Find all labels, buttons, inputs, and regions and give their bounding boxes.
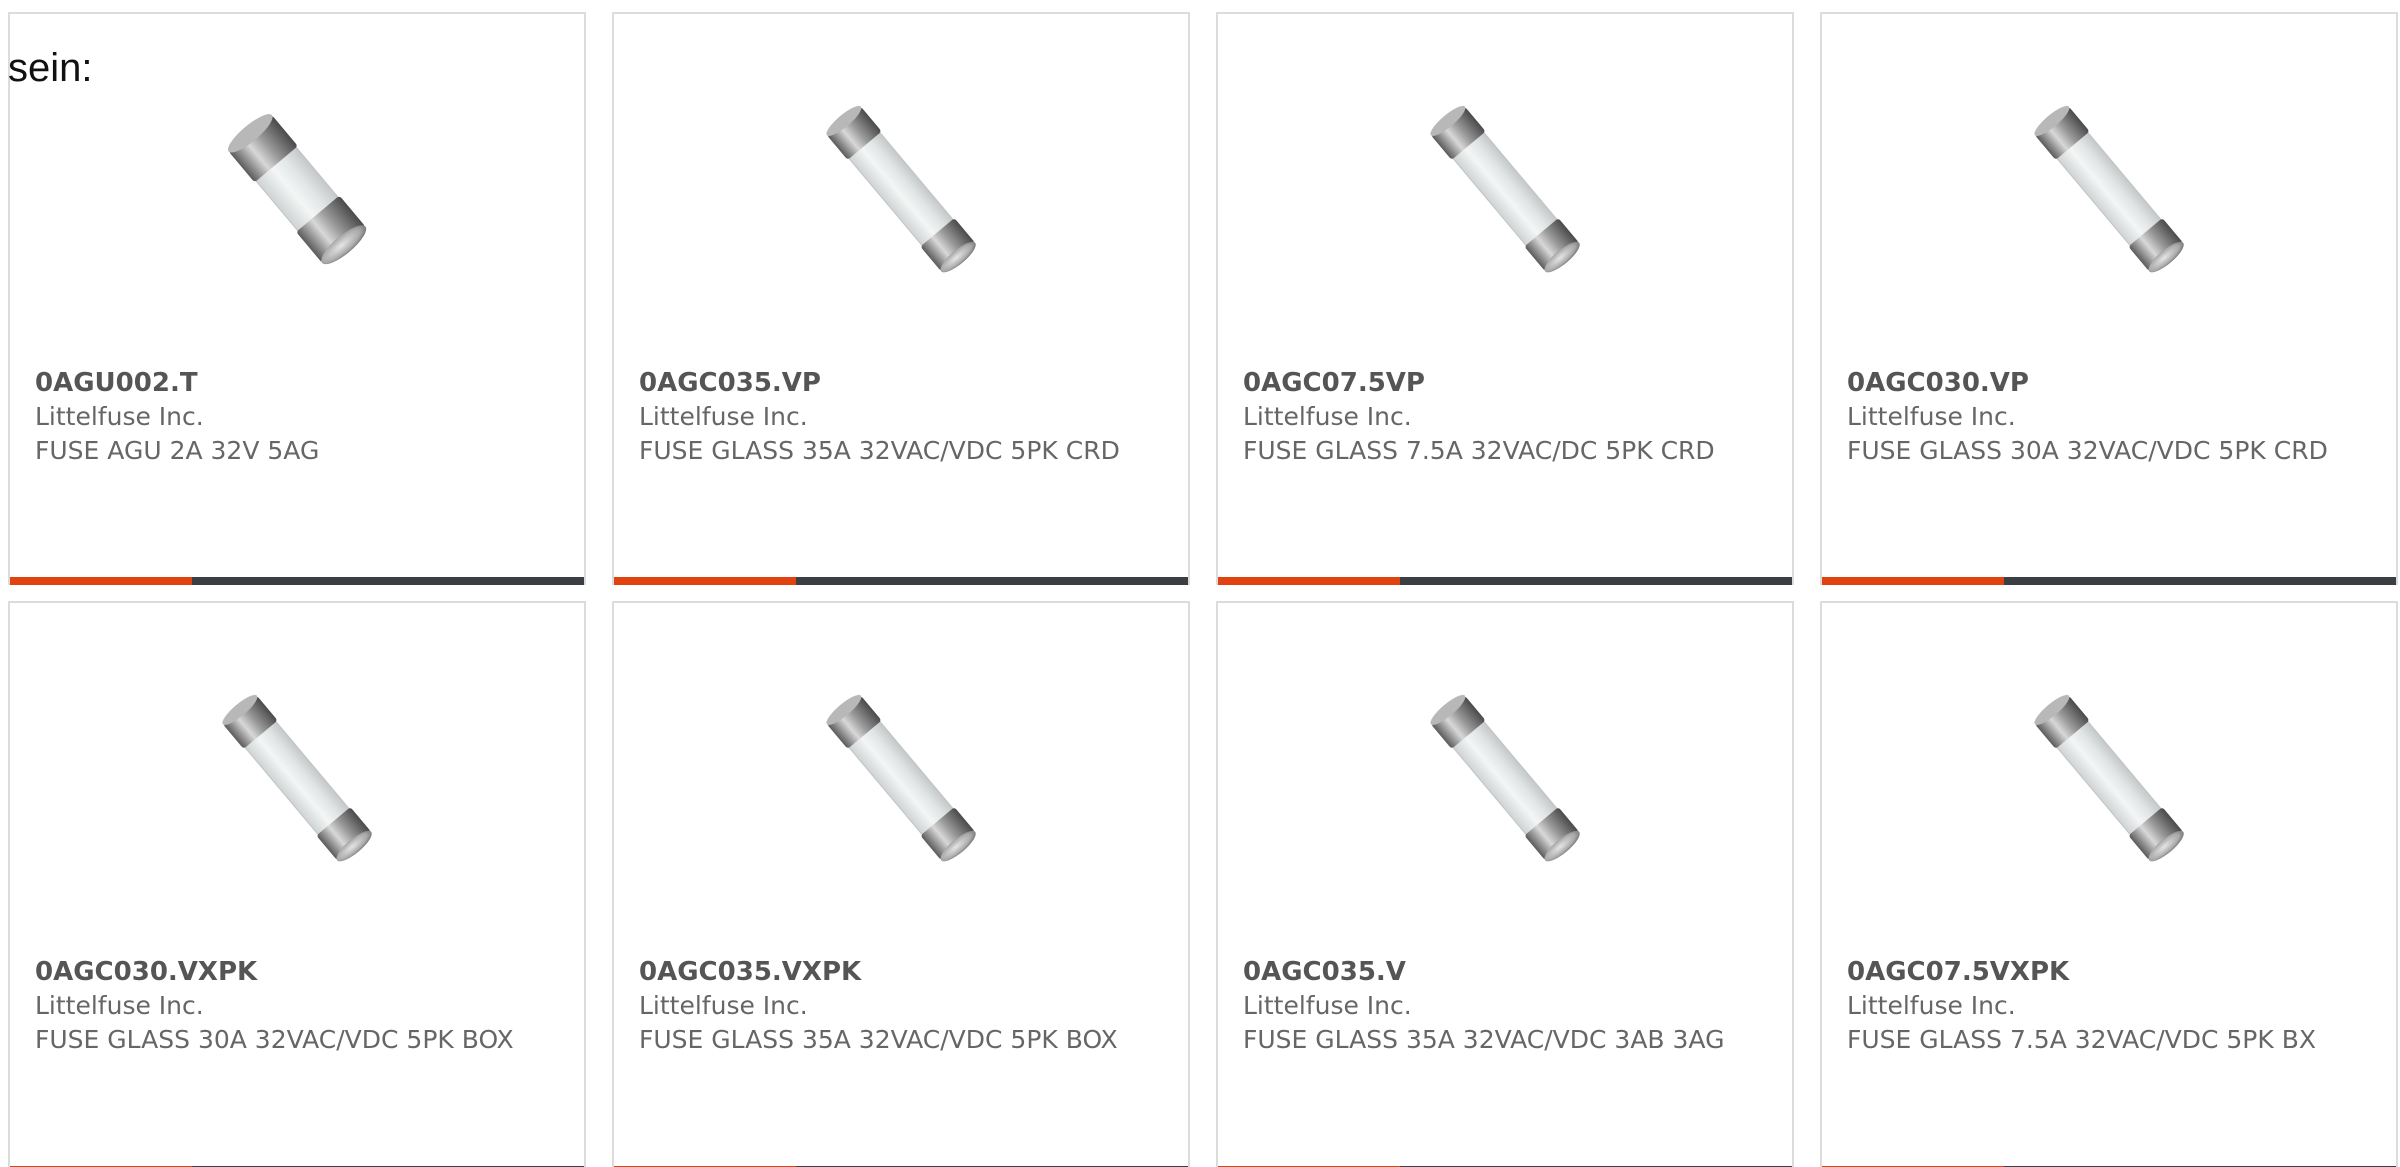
manufacturer: Littelfuse Inc. bbox=[1243, 402, 1412, 431]
card-bar bbox=[1400, 577, 1792, 585]
product-description: FUSE GLASS 35A 32VAC/VDC 5PK CRD bbox=[639, 436, 1120, 465]
card-accent-bar bbox=[10, 577, 192, 585]
product-description: FUSE GLASS 35A 32VAC/VDC 5PK BOX bbox=[639, 1025, 1118, 1054]
card-bar bbox=[796, 577, 1188, 585]
product-description: FUSE AGU 2A 32V 5AG bbox=[35, 436, 320, 465]
manufacturer: Littelfuse Inc. bbox=[639, 991, 808, 1020]
manufacturer: Littelfuse Inc. bbox=[1243, 991, 1412, 1020]
intro-text: sein: bbox=[8, 46, 93, 90]
product-card[interactable]: 0AGC030.VXPK Littelfuse Inc. FUSE GLASS … bbox=[8, 601, 586, 1167]
part-number[interactable]: 0AGC035.V bbox=[1243, 955, 1406, 989]
card-accent-bar bbox=[614, 577, 796, 585]
glass-fuse-icon[interactable] bbox=[800, 677, 1002, 879]
manufacturer: Littelfuse Inc. bbox=[35, 402, 204, 431]
part-number[interactable]: 0AGC030.VP bbox=[1847, 366, 2029, 400]
glass-fuse-icon[interactable] bbox=[2008, 677, 2210, 879]
product-card[interactable]: 0AGC030.VP Littelfuse Inc. FUSE GLASS 30… bbox=[1820, 12, 2398, 585]
product-card[interactable]: 0AGC07.5VP Littelfuse Inc. FUSE GLASS 7.… bbox=[1216, 12, 1794, 585]
part-number[interactable]: 0AGC07.5VP bbox=[1243, 366, 1425, 400]
part-number[interactable]: 0AGC035.VP bbox=[639, 366, 821, 400]
product-card[interactable]: 0AGC07.5VXPK Littelfuse Inc. FUSE GLASS … bbox=[1820, 601, 2398, 1167]
card-accent-bar bbox=[1822, 577, 2004, 585]
manufacturer: Littelfuse Inc. bbox=[639, 402, 808, 431]
short-fuse-icon[interactable] bbox=[196, 88, 398, 290]
product-description: FUSE GLASS 30A 32VAC/VDC 5PK BOX bbox=[35, 1025, 514, 1054]
part-number[interactable]: 0AGU002.T bbox=[35, 366, 198, 400]
manufacturer: Littelfuse Inc. bbox=[1847, 402, 2016, 431]
product-card[interactable]: 0AGU002.T Littelfuse Inc. FUSE AGU 2A 32… bbox=[8, 12, 586, 585]
product-description: FUSE GLASS 30A 32VAC/VDC 5PK CRD bbox=[1847, 436, 2328, 465]
glass-fuse-icon[interactable] bbox=[2008, 88, 2210, 290]
product-grid-page: sein: 0AGU002.T Littelfuse Inc. FUSE AGU… bbox=[0, 0, 2400, 1167]
product-description: FUSE GLASS 7.5A 32VAC/DC 5PK CRD bbox=[1243, 436, 1715, 465]
part-number[interactable]: 0AGC035.VXPK bbox=[639, 955, 861, 989]
part-number[interactable]: 0AGC030.VXPK bbox=[35, 955, 257, 989]
product-card[interactable]: 0AGC035.V Littelfuse Inc. FUSE GLASS 35A… bbox=[1216, 601, 1794, 1167]
glass-fuse-icon[interactable] bbox=[1404, 677, 1606, 879]
glass-fuse-icon[interactable] bbox=[1404, 88, 1606, 290]
manufacturer: Littelfuse Inc. bbox=[1847, 991, 2016, 1020]
glass-fuse-icon[interactable] bbox=[196, 677, 398, 879]
glass-fuse-icon[interactable] bbox=[800, 88, 1002, 290]
product-description: FUSE GLASS 7.5A 32VAC/VDC 5PK BX bbox=[1847, 1025, 2316, 1054]
product-card[interactable]: 0AGC035.VXPK Littelfuse Inc. FUSE GLASS … bbox=[612, 601, 1190, 1167]
manufacturer: Littelfuse Inc. bbox=[35, 991, 204, 1020]
product-description: FUSE GLASS 35A 32VAC/VDC 3AB 3AG bbox=[1243, 1025, 1725, 1054]
card-bar bbox=[192, 577, 584, 585]
part-number[interactable]: 0AGC07.5VXPK bbox=[1847, 955, 2069, 989]
card-accent-bar bbox=[1218, 577, 1400, 585]
card-bar bbox=[2004, 577, 2396, 585]
product-card[interactable]: 0AGC035.VP Littelfuse Inc. FUSE GLASS 35… bbox=[612, 12, 1190, 585]
